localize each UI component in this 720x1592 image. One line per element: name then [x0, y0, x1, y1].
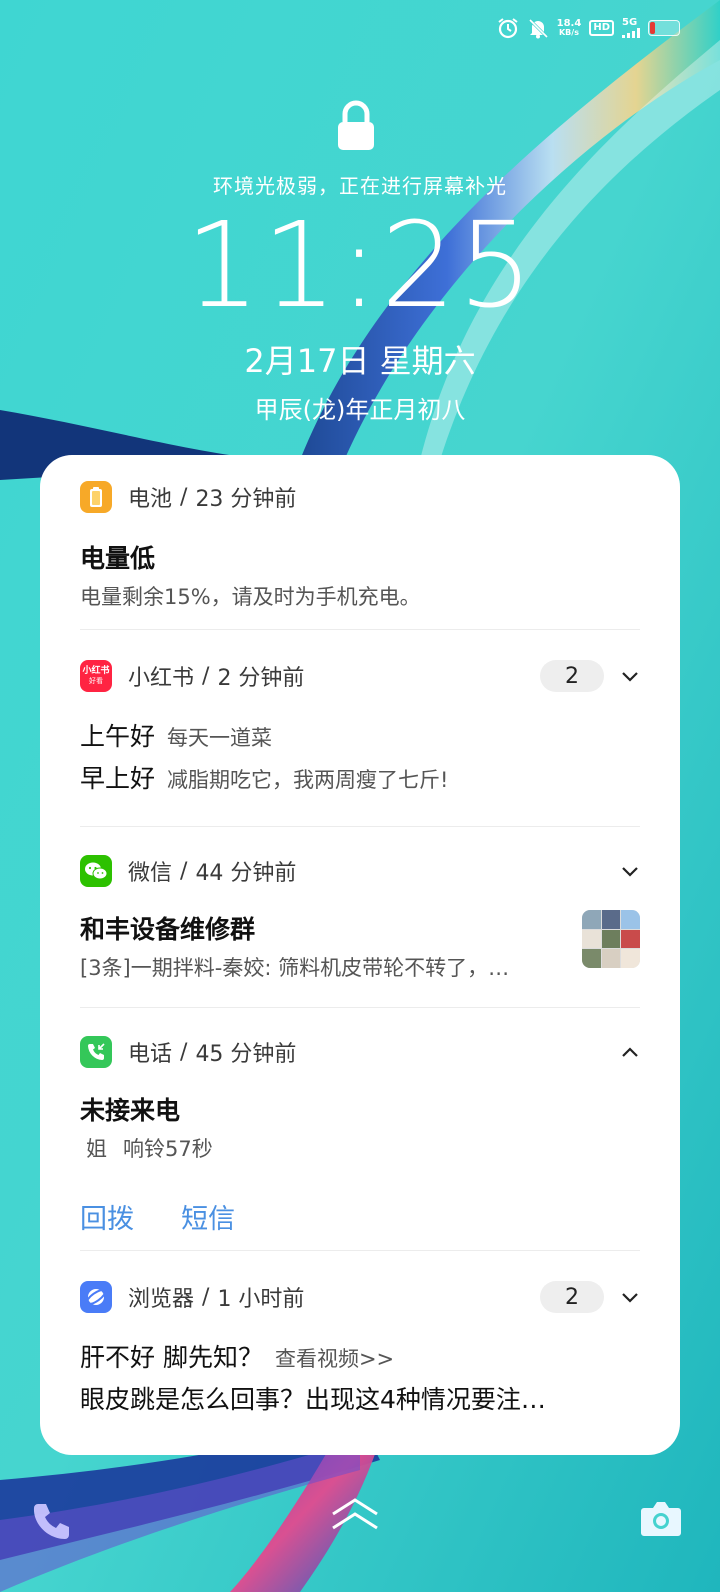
notification-body: [3条]一期拌料-秦姣: 筛料机皮带轮不转了，… — [80, 956, 510, 980]
app-name: 微信 — [128, 861, 173, 886]
battery-icon — [648, 20, 680, 36]
signal-icon: 5G — [622, 18, 640, 38]
notification-title: 早上好 — [80, 764, 156, 793]
alarm-icon — [497, 17, 519, 39]
notification-line: 上午好 每天一道菜 — [80, 717, 640, 753]
notification-title: 未接来电 — [80, 1096, 181, 1125]
notification-title: 和丰设备维修群 — [80, 915, 256, 944]
phone-app-icon — [80, 1036, 112, 1068]
notification-line: 肝不好 脚先知？ 查看视频>> — [80, 1338, 640, 1374]
notification-time: 1 小时前 — [217, 1287, 305, 1312]
separator: / — [180, 484, 188, 510]
notification-phone[interactable]: 电话 / 45 分钟前 未接来电 姐响铃57秒 回拨 短信 — [80, 1035, 640, 1236]
sms-reply-button[interactable]: 短信 — [181, 1197, 235, 1236]
caller-name: 姐 — [86, 1137, 107, 1161]
net-speed-unit: KB/s — [558, 28, 579, 37]
notification-time: 23 分钟前 — [195, 487, 297, 512]
wechat-icon — [80, 855, 112, 887]
call-back-button[interactable]: 回拨 — [80, 1197, 134, 1236]
phone-shortcut-icon[interactable] — [30, 1500, 72, 1546]
notification-title: 上午好 — [80, 722, 156, 751]
ring-duration: 响铃57秒 — [123, 1137, 213, 1161]
xiaohongshu-icon: 小红书 好看 — [80, 660, 112, 692]
chevron-up-icon[interactable] — [620, 1042, 640, 1062]
ambient-light-notice: 环境光极弱，正在进行屏幕补光 — [213, 174, 507, 198]
notification-body: 减脂期吃它，我两周瘦了七斤! — [167, 768, 449, 792]
silent-bell-icon — [527, 17, 549, 39]
notification-count-badge[interactable]: 2 — [540, 1281, 604, 1313]
separator: / — [180, 858, 188, 884]
notification-body: 每天一道菜 — [167, 726, 273, 750]
notification-body: 电量剩余15%，请及时为手机充电。 — [80, 585, 421, 609]
lunar-date: 甲辰(龙)年正月初八 — [254, 396, 466, 424]
separator: / — [202, 1284, 210, 1310]
browser-icon — [80, 1281, 112, 1313]
chevron-down-icon[interactable] — [620, 1287, 640, 1307]
notification-wechat[interactable]: 微信 / 44 分钟前 和丰设备维修群 [3条]一期拌料-秦姣: 筛料机皮带轮不… — [80, 854, 640, 982]
battery-app-icon — [80, 481, 112, 513]
xiaohongshu-icon-subtext: 好看 — [89, 677, 103, 685]
notification-body: 查看视频>> — [274, 1347, 395, 1371]
notification-actions: 回拨 短信 — [80, 1197, 640, 1236]
notification-panel: 电池 / 23 分钟前 电量低 电量剩余15%，请及时为手机充电。 小红书 好看… — [40, 455, 680, 1455]
notification-body: 姐响铃57秒 — [80, 1133, 640, 1163]
app-name: 小红书 — [128, 666, 195, 691]
swipe-up-icon[interactable] — [330, 1494, 380, 1538]
lockscreen-date: 2月17日 星期六 — [244, 342, 476, 380]
camera-shortcut-icon[interactable] — [640, 1500, 682, 1542]
status-bar: 18.4 KB/s HD 5G — [497, 14, 680, 42]
network-type: 5G — [622, 17, 638, 28]
notification-title: 电量低 — [80, 544, 156, 573]
notification-time: 2 分钟前 — [217, 666, 305, 691]
app-name: 电话 — [128, 1042, 173, 1067]
notification-xiaohongshu[interactable]: 小红书 好看 小红书 / 2 分钟前 2 上午好 每天一道菜 早上好 减脂期吃它… — [80, 659, 640, 795]
app-name: 浏览器 — [128, 1287, 195, 1312]
notification-time: 44 分钟前 — [195, 861, 297, 886]
notification-count-badge[interactable]: 2 — [540, 660, 604, 692]
lockscreen-clock: 11:25 — [184, 196, 536, 334]
network-speed: 18.4 KB/s — [556, 18, 582, 38]
app-name: 电池 — [128, 487, 173, 512]
divider — [80, 1250, 640, 1251]
notification-line: 早上好 减脂期吃它，我两周瘦了七斤! — [80, 759, 640, 795]
chevron-down-icon[interactable] — [620, 666, 640, 686]
notification-line: 眼皮跳是怎么回事？出现这4种情况要注… — [80, 1380, 640, 1416]
notification-title: 肝不好 脚先知？ — [80, 1343, 263, 1372]
notification-battery[interactable]: 电池 / 23 分钟前 电量低 电量剩余15%，请及时为手机充电。 — [80, 480, 640, 611]
divider — [80, 1007, 640, 1008]
lock-icon — [336, 100, 376, 152]
group-avatar-thumbnail — [582, 910, 640, 968]
notification-body: 眼皮跳是怎么回事？出现这4种情况要注… — [80, 1385, 546, 1414]
divider — [80, 629, 640, 630]
notification-time: 45 分钟前 — [195, 1042, 297, 1067]
notification-browser[interactable]: 浏览器 / 1 小时前 2 肝不好 脚先知？ 查看视频>> 眼皮跳是怎么回事？出… — [80, 1280, 640, 1416]
net-speed-value: 18.4 — [556, 18, 582, 29]
hd-icon: HD — [589, 20, 614, 36]
separator: / — [202, 663, 210, 689]
separator: / — [180, 1039, 188, 1065]
chevron-down-icon[interactable] — [620, 861, 640, 881]
xiaohongshu-icon-text: 小红书 — [82, 666, 110, 676]
divider — [80, 826, 640, 827]
